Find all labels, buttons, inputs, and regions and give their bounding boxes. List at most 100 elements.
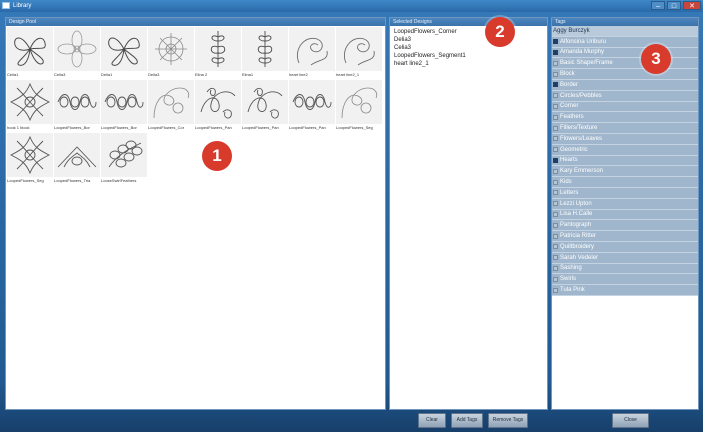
design-thumbnail[interactable]: heart line2_1	[336, 27, 382, 78]
design-thumbnail[interactable]: Delia3	[148, 27, 194, 78]
design-caption: LoopedFlowers_Seg	[336, 125, 373, 130]
tag-checkbox[interactable]	[553, 168, 558, 174]
design-thumbnail[interactable]: Celia3	[54, 27, 100, 78]
design-thumbnail[interactable]: Elina 2	[195, 27, 241, 78]
selected-designs-list: LoopedFlowers_Corner Delia3 Celia3 LoopedFl…	[390, 26, 547, 70]
design-thumbnail[interactable]: LoopedFlowers_Seg	[7, 133, 53, 184]
triangle-quilt-design-icon	[54, 133, 100, 177]
tag-checkbox[interactable]	[553, 190, 558, 196]
tag-checkbox[interactable]	[553, 136, 558, 142]
design-thumbnail[interactable]: LoopedFlowers_Pan	[242, 80, 288, 131]
tag-checkbox[interactable]	[553, 82, 558, 88]
tag-item[interactable]: Aggy Burczyk	[552, 26, 698, 37]
tag-item[interactable]: Basic Shape/Frame	[552, 58, 698, 70]
design-thumbnail[interactable]: Celia1	[7, 27, 53, 78]
tag-item[interactable]: Patricia Ritter	[552, 231, 698, 242]
swirl-quilt-design-icon	[289, 27, 335, 71]
tag-item[interactable]: Sashing	[552, 263, 698, 275]
tag-checkbox[interactable]	[553, 147, 558, 153]
design-thumbnail[interactable]: LoopedFlowers_Pan	[289, 80, 335, 131]
tag-item[interactable]: Lezzi Upton	[552, 198, 698, 210]
star-flower-quilt-design-icon	[7, 80, 53, 124]
tag-label: Corner	[560, 103, 579, 110]
tag-item[interactable]: Kary Emmerson	[552, 166, 698, 178]
tag-item[interactable]: Feathers	[552, 112, 698, 124]
tag-item[interactable]: Circles/Pebbles	[552, 90, 698, 102]
tag-checkbox[interactable]	[553, 222, 558, 228]
tag-item[interactable]: Corner	[552, 101, 698, 113]
window-close-button[interactable]: ✕	[683, 1, 701, 10]
tag-item[interactable]: Tula Pink	[552, 285, 698, 296]
clear-button[interactable]: Clear	[418, 413, 446, 428]
design-caption: LoopedFlowers_Pan	[195, 125, 232, 130]
design-thumbnail[interactable]: LoopedFlowers_Bor	[54, 80, 100, 131]
tag-item[interactable]: Geometric	[552, 144, 698, 156]
tag-label: Amanda Murphy	[560, 49, 605, 56]
design-thumbnail[interactable]: LoopedFlowers_Cor	[148, 80, 194, 131]
tag-checkbox[interactable]	[553, 93, 558, 99]
tag-checkbox[interactable]	[553, 276, 558, 282]
tag-checkbox[interactable]	[553, 39, 558, 45]
tag-item[interactable]: Fillers/Texture	[552, 123, 698, 134]
tag-checkbox[interactable]	[553, 179, 558, 185]
design-thumbnail[interactable]: LooseSwirlFeathers	[101, 133, 147, 184]
tag-checkbox[interactable]	[553, 60, 558, 66]
design-caption: hook 1 block	[7, 125, 30, 130]
selected-design-item[interactable]: LoopedFlowers_Segment1	[394, 52, 543, 60]
tag-checkbox[interactable]	[553, 287, 558, 293]
feather-quilt-design-icon	[101, 133, 147, 177]
design-thumbnail[interactable]: LoopedFlowers_Bor	[101, 80, 147, 131]
design-thumbnail[interactable]: hook 1 block	[7, 80, 53, 131]
tag-item[interactable]: Border	[552, 79, 698, 91]
tag-checkbox[interactable]	[553, 157, 558, 163]
tag-checkbox[interactable]	[553, 244, 558, 250]
tag-item[interactable]: Alfonsina Uriburu	[552, 36, 698, 48]
tag-checkbox[interactable]	[553, 255, 558, 261]
remove-tags-button[interactable]: Remove Tags	[488, 413, 528, 428]
design-caption: LoopedFlowers_Bor	[101, 125, 137, 130]
tag-checkbox[interactable]	[553, 103, 558, 109]
selected-design-item[interactable]: Delia3	[394, 36, 543, 44]
minimize-button[interactable]: –	[651, 1, 665, 10]
design-thumbnail[interactable]: Delia1	[101, 27, 147, 78]
tag-checkbox[interactable]	[553, 265, 558, 271]
selected-designs-header: Selected Designs	[390, 18, 547, 26]
tag-item[interactable]: Flowers/Leaves	[552, 133, 698, 145]
tag-item[interactable]: Letters	[552, 187, 698, 199]
looped-panto-quilt-design-icon	[195, 80, 241, 124]
selected-design-item[interactable]: heart line2_1	[394, 60, 543, 68]
design-thumbnail[interactable]: LoopedFlowers_Pan	[195, 80, 241, 131]
tag-item[interactable]: Block	[552, 69, 698, 80]
tag-checkbox[interactable]	[553, 211, 558, 217]
tag-checkbox[interactable]	[553, 49, 558, 55]
tag-item[interactable]: Quiltbroidery	[552, 241, 698, 253]
tag-item[interactable]: Kids	[552, 177, 698, 188]
tag-label: Pantograph	[560, 222, 592, 229]
tag-item[interactable]: Amanda Murphy	[552, 47, 698, 59]
tag-checkbox[interactable]	[553, 125, 558, 131]
design-thumbnail[interactable]: LoopedFlowers_Tria	[54, 133, 100, 184]
tag-checkbox[interactable]	[553, 114, 558, 120]
selected-design-item[interactable]: LoopedFlowers_Corner	[394, 28, 543, 36]
design-caption: LoopedFlowers_Pan	[289, 125, 326, 130]
design-caption: Elina 2	[195, 72, 208, 77]
design-caption: Celia3	[54, 72, 66, 77]
tag-item[interactable]: Lisa H.Calle	[552, 209, 698, 221]
tag-item[interactable]: Pantograph	[552, 220, 698, 232]
tag-item[interactable]: Sarah Vedeler	[552, 252, 698, 264]
tag-checkbox[interactable]	[553, 201, 558, 207]
tag-checkbox[interactable]	[553, 71, 558, 77]
design-thumbnail[interactable]: Elina1	[242, 27, 288, 78]
tag-label: Border	[560, 81, 579, 88]
design-thumbnail[interactable]: heart line2	[289, 27, 335, 78]
maximize-button[interactable]: □	[667, 1, 681, 10]
design-thumbnail[interactable]: LoopedFlowers_Seg	[336, 80, 382, 131]
selected-design-item[interactable]: Celia3	[394, 44, 543, 52]
tag-item[interactable]: Hearts	[552, 155, 698, 167]
close-button[interactable]: Close	[612, 413, 649, 428]
tag-item[interactable]: Swirls	[552, 274, 698, 286]
tag-checkbox[interactable]	[553, 233, 558, 239]
design-caption: LooseSwirlFeathers	[101, 178, 137, 183]
add-tags-button[interactable]: Add Tags	[451, 413, 483, 428]
star-flower-quilt-design-icon	[7, 133, 53, 177]
